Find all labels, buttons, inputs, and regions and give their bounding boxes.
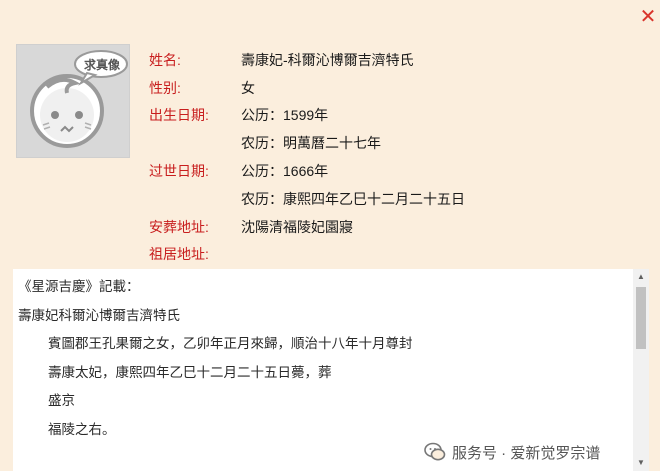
field-row-name: 姓名: 壽康妃-科爾沁博爾吉濟特氏 — [149, 46, 589, 74]
field-value: 公历：1666年 — [241, 163, 329, 180]
wechat-icon — [424, 442, 446, 461]
record-source: 《星源吉慶》記載： — [18, 279, 140, 295]
field-row-burial: 安葬地址: 沈陽清福陵妃園寢 — [149, 213, 589, 241]
close-icon[interactable]: ✕ — [639, 7, 657, 27]
field-value: 农历：康熙四年乙巳十二月二十五日 — [241, 190, 465, 207]
field-row-death-lunar: 农历：康熙四年乙巳十二月二十五日 — [149, 185, 589, 213]
avatar: 求真像 — [16, 44, 130, 158]
scroll-up-arrow-icon[interactable]: ▲ — [633, 269, 649, 285]
avatar-badge-text: 求真像 — [83, 58, 120, 72]
field-label: 安葬地址: — [149, 218, 209, 235]
field-label: 性别: — [149, 79, 181, 96]
record-line: 賓圖郡王孔果爾之女，乙卯年正月來歸，順治十八年十月尊封 — [48, 336, 413, 352]
record-name: 壽康妃科爾沁博爾吉濟特氏 — [18, 307, 180, 324]
field-value: 壽康妃-科爾沁博爾吉濟特氏 — [241, 51, 414, 68]
record-text: 《星源吉慶》記載： 壽康妃科爾沁博爾吉濟特氏 賓圖郡王孔果爾之女，乙卯年正月來歸… — [18, 273, 628, 444]
field-row-birth-lunar: 农历：明萬曆二十七年 — [149, 129, 589, 157]
watermark: 服务号 · 爱新觉罗宗谱 — [424, 441, 600, 463]
field-value: 农历：明萬曆二十七年 — [241, 135, 381, 152]
field-label: 祖居地址: — [149, 246, 209, 263]
field-row-ancestral-home: 祖居地址: — [149, 241, 589, 269]
field-label: 过世日期: — [149, 163, 209, 180]
watermark-text: 服务号 · 爱新觉罗宗谱 — [452, 444, 601, 462]
field-row-birth-gregorian: 出生日期: 公历：1599年 — [149, 102, 589, 130]
scroll-down-arrow-icon[interactable]: ▼ — [633, 455, 649, 471]
field-label: 出生日期: — [149, 107, 209, 124]
vertical-scrollbar[interactable]: ▲ ▼ — [633, 269, 649, 471]
scrollbar-thumb[interactable] — [636, 287, 646, 349]
field-row-gender: 性别: 女 — [149, 74, 589, 102]
field-label: 姓名: — [149, 51, 181, 68]
field-value: 公历：1599年 — [241, 107, 329, 124]
profile-fields: 姓名: 壽康妃-科爾沁博爾吉濟特氏 性别: 女 出生日期: 公历：1599年 农… — [149, 46, 589, 268]
field-value: 女 — [241, 79, 255, 96]
record-line: 福陵之右。 — [48, 421, 116, 438]
record-line: 壽康太妃，康熙四年乙巳十二月二十五日薨，葬 — [48, 364, 332, 381]
field-value: 沈陽清福陵妃園寢 — [241, 218, 353, 235]
record-line: 盛京 — [48, 393, 75, 409]
field-row-death-gregorian: 过世日期: 公历：1666年 — [149, 157, 589, 185]
